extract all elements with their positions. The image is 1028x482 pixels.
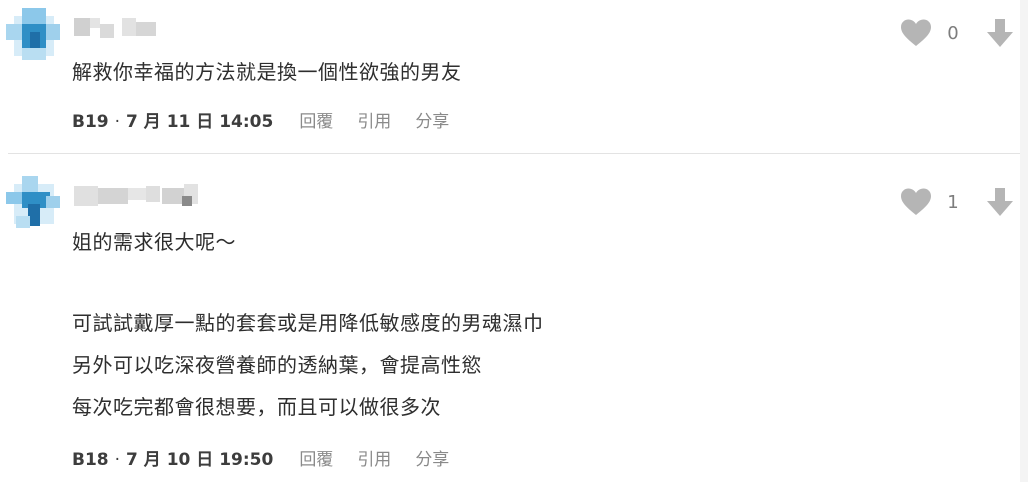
timestamp: 7 月 10 日 19:50 bbox=[126, 450, 274, 470]
like-count: 0 bbox=[947, 22, 959, 44]
reaction-group: 0 bbox=[900, 18, 1014, 48]
comment-body: 解救你幸福的方法就是換一個性欲強的男友 bbox=[72, 54, 462, 90]
comment-list: 解救你幸福的方法就是換一個性欲強的男友 B19 · 7 月 11 日 14:05… bbox=[0, 0, 1028, 482]
comment-meta: B18 · 7 月 10 日 19:50 回覆 引用 分享 bbox=[72, 448, 449, 472]
like-count: 1 bbox=[947, 191, 959, 213]
avatar[interactable] bbox=[6, 8, 62, 64]
scrollbar[interactable] bbox=[1020, 0, 1028, 482]
heart-icon[interactable] bbox=[900, 18, 932, 48]
comment-meta: B19 · 7 月 11 日 14:05 回覆 引用 分享 bbox=[72, 110, 449, 134]
username-blurred[interactable] bbox=[74, 14, 214, 42]
heart-icon[interactable] bbox=[900, 187, 932, 217]
quote-button[interactable]: 引用 bbox=[357, 110, 391, 134]
share-button[interactable]: 分享 bbox=[415, 110, 449, 134]
timestamp: 7 月 11 日 14:05 bbox=[126, 112, 274, 132]
reply-button[interactable]: 回覆 bbox=[299, 448, 333, 472]
comment-b19: 解救你幸福的方法就是換一個性欲強的男友 B19 · 7 月 11 日 14:05… bbox=[0, 0, 1028, 153]
avatar[interactable] bbox=[6, 176, 62, 232]
meta-separator: · bbox=[114, 112, 121, 132]
down-arrow-icon[interactable] bbox=[986, 18, 1014, 48]
username-blurred[interactable] bbox=[74, 182, 214, 210]
quote-button[interactable]: 引用 bbox=[357, 448, 391, 472]
down-arrow-icon[interactable] bbox=[986, 187, 1014, 217]
comment-line: 另外可以吃深夜營養師的透納葉，會提高性慾 bbox=[72, 353, 482, 377]
comment-b18: 姐的需求很大呢～ 可試試戴厚一點的套套或是用降低敏感度的男魂濕巾 另外可以吃深夜… bbox=[0, 154, 1028, 482]
comment-line: 可試試戴厚一點的套套或是用降低敏感度的男魂濕巾 bbox=[72, 311, 544, 335]
comment-line: 每次吃完都會很想要，而且可以做很多次 bbox=[72, 395, 441, 419]
share-button[interactable]: 分享 bbox=[415, 448, 449, 472]
comment-body: 姐的需求很大呢～ 可試試戴厚一點的套套或是用降低敏感度的男魂濕巾 另外可以吃深夜… bbox=[72, 224, 544, 425]
floor-number[interactable]: B19 bbox=[72, 110, 109, 134]
reply-button[interactable]: 回覆 bbox=[299, 110, 333, 134]
comment-line: 解救你幸福的方法就是換一個性欲強的男友 bbox=[72, 60, 462, 84]
reaction-group: 1 bbox=[900, 187, 1014, 217]
meta-separator: · bbox=[114, 450, 121, 470]
floor-number[interactable]: B18 bbox=[72, 448, 109, 472]
comment-line: 姐的需求很大呢～ bbox=[72, 230, 236, 254]
